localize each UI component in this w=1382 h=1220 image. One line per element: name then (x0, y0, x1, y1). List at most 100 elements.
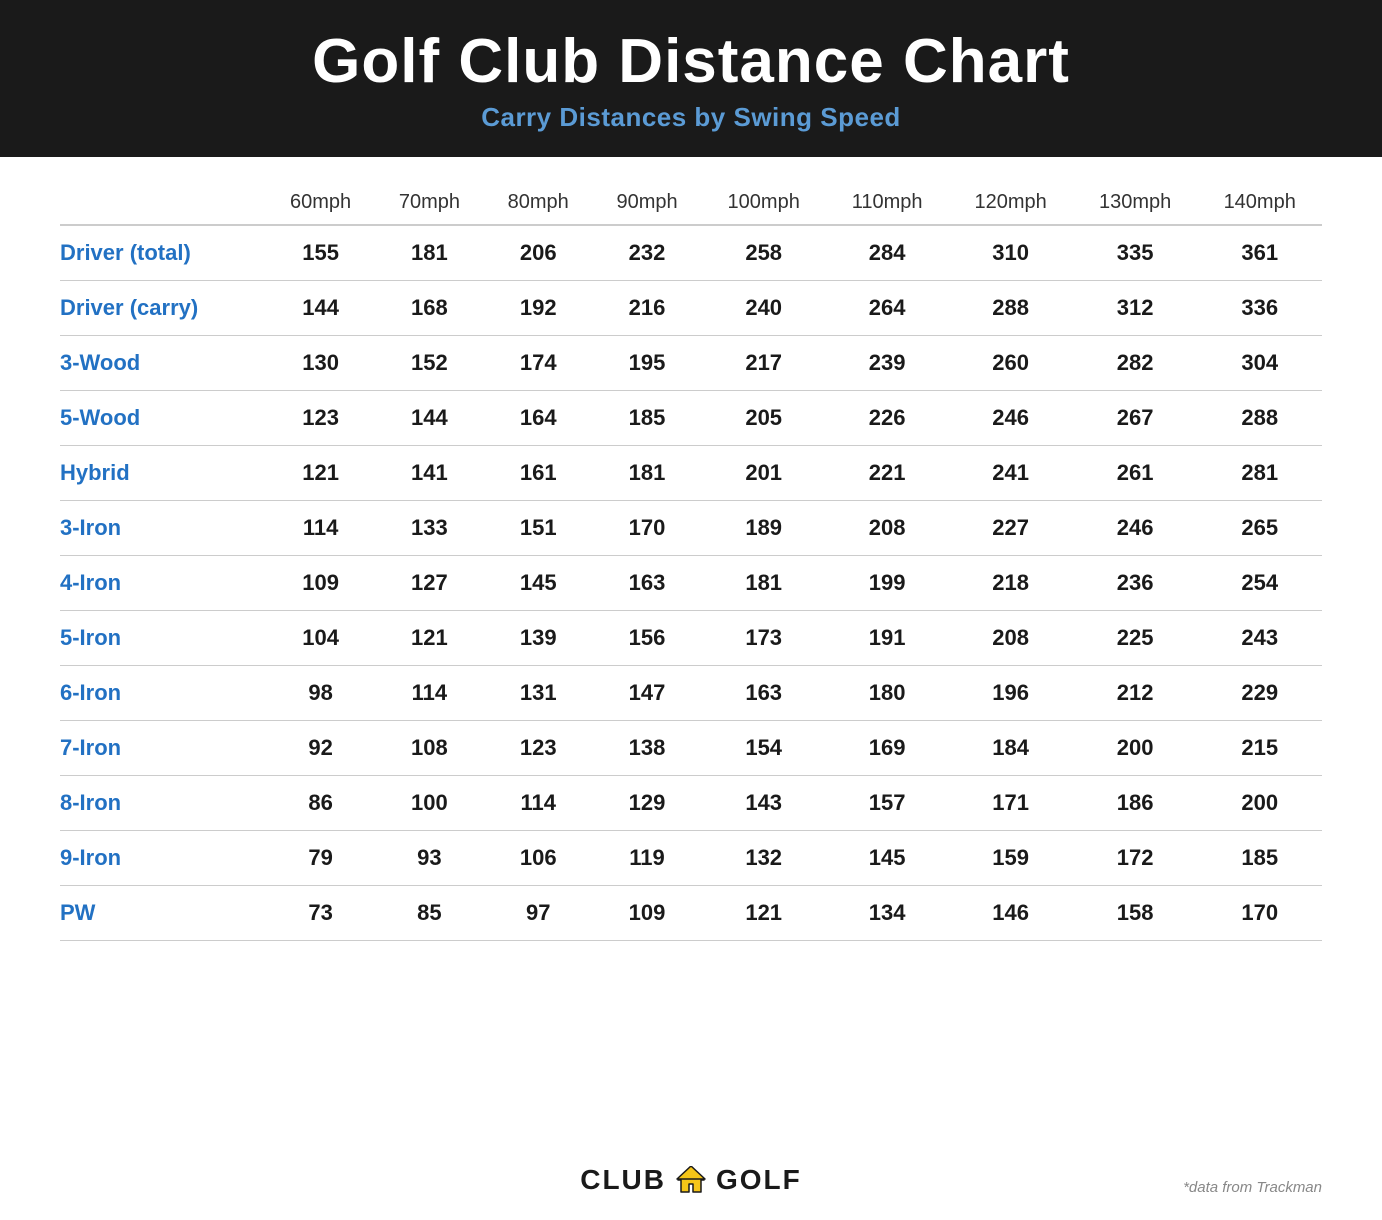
table-cell: 155 (266, 225, 375, 281)
table-cell: 304 (1197, 336, 1322, 391)
table-cell: 168 (375, 281, 484, 336)
table-row: 5-Iron104121139156173191208225243 (60, 611, 1322, 666)
table-cell: 161 (484, 446, 593, 501)
table-cell: 232 (593, 225, 702, 281)
table-cell: 185 (593, 391, 702, 446)
table-cell: 221 (826, 446, 948, 501)
table-cell: 146 (948, 886, 1073, 941)
table-cell: 281 (1197, 446, 1322, 501)
table-cell: 141 (375, 446, 484, 501)
table-cell: 258 (701, 225, 826, 281)
table-cell: 97 (484, 886, 593, 941)
table-row: 6-Iron98114131147163180196212229 (60, 666, 1322, 721)
table-cell: 156 (593, 611, 702, 666)
table-cell: 189 (701, 501, 826, 556)
club-label-6-iron: 6-Iron (60, 666, 266, 721)
table-cell: 186 (1073, 776, 1198, 831)
table-cell: 144 (375, 391, 484, 446)
table-cell: 201 (701, 446, 826, 501)
table-cell: 200 (1073, 721, 1198, 776)
table-cell: 265 (1197, 501, 1322, 556)
table-cell: 130 (266, 336, 375, 391)
table-body: Driver (total)15518120623225828431033536… (60, 225, 1322, 941)
column-header-80mph: 80mph (484, 177, 593, 225)
table-cell: 173 (701, 611, 826, 666)
table-cell: 335 (1073, 225, 1198, 281)
table-cell: 217 (701, 336, 826, 391)
table-cell: 212 (1073, 666, 1198, 721)
table-row: Driver (carry)14416819221624026428831233… (60, 281, 1322, 336)
table-header-row: 60mph70mph80mph90mph100mph110mph120mph13… (60, 177, 1322, 225)
table-cell: 227 (948, 501, 1073, 556)
table-cell: 184 (948, 721, 1073, 776)
table-cell: 163 (701, 666, 826, 721)
column-header-70mph: 70mph (375, 177, 484, 225)
table-cell: 85 (375, 886, 484, 941)
column-header-120mph: 120mph (948, 177, 1073, 225)
logo-text-part2: GOLF (716, 1164, 802, 1196)
table-cell: 100 (375, 776, 484, 831)
table-cell: 127 (375, 556, 484, 611)
table-cell: 134 (826, 886, 948, 941)
column-header-100mph: 100mph (701, 177, 826, 225)
table-row: 4-Iron109127145163181199218236254 (60, 556, 1322, 611)
table-cell: 260 (948, 336, 1073, 391)
column-header-60mph: 60mph (266, 177, 375, 225)
table-cell: 109 (593, 886, 702, 941)
table-cell: 169 (826, 721, 948, 776)
table-cell: 73 (266, 886, 375, 941)
table-cell: 191 (826, 611, 948, 666)
table-cell: 114 (375, 666, 484, 721)
column-header-club (60, 177, 266, 225)
table-cell: 138 (593, 721, 702, 776)
column-header-90mph: 90mph (593, 177, 702, 225)
page-footer: CLUB GOLF *data from Trackman (0, 1146, 1382, 1220)
table-cell: 174 (484, 336, 593, 391)
distance-table: 60mph70mph80mph90mph100mph110mph120mph13… (60, 177, 1322, 941)
table-cell: 129 (593, 776, 702, 831)
table-cell: 121 (375, 611, 484, 666)
table-cell: 336 (1197, 281, 1322, 336)
table-cell: 196 (948, 666, 1073, 721)
table-row: 3-Iron114133151170189208227246265 (60, 501, 1322, 556)
table-cell: 239 (826, 336, 948, 391)
table-cell: 93 (375, 831, 484, 886)
table-cell: 151 (484, 501, 593, 556)
table-cell: 145 (826, 831, 948, 886)
table-cell: 114 (484, 776, 593, 831)
table-cell: 206 (484, 225, 593, 281)
table-cell: 133 (375, 501, 484, 556)
table-cell: 121 (266, 446, 375, 501)
table-row: 7-Iron92108123138154169184200215 (60, 721, 1322, 776)
logo-text-part1: CLUB (580, 1164, 666, 1196)
table-cell: 154 (701, 721, 826, 776)
table-cell: 246 (948, 391, 1073, 446)
table-cell: 240 (701, 281, 826, 336)
table-cell: 145 (484, 556, 593, 611)
table-cell: 147 (593, 666, 702, 721)
table-cell: 170 (1197, 886, 1322, 941)
page-header: Golf Club Distance Chart Carry Distances… (0, 0, 1382, 157)
table-cell: 92 (266, 721, 375, 776)
table-row: 5-Wood123144164185205226246267288 (60, 391, 1322, 446)
table-cell: 86 (266, 776, 375, 831)
club-label-driver-(total): Driver (total) (60, 225, 266, 281)
table-cell: 170 (593, 501, 702, 556)
table-cell: 361 (1197, 225, 1322, 281)
table-cell: 236 (1073, 556, 1198, 611)
club-label-4-iron: 4-Iron (60, 556, 266, 611)
table-cell: 267 (1073, 391, 1198, 446)
table-cell: 208 (948, 611, 1073, 666)
table-cell: 185 (1197, 831, 1322, 886)
data-source-note: *data from Trackman (1183, 1179, 1322, 1196)
table-row: PW738597109121134146158170 (60, 886, 1322, 941)
table-cell: 114 (266, 501, 375, 556)
table-cell: 144 (266, 281, 375, 336)
table-cell: 241 (948, 446, 1073, 501)
table-cell: 106 (484, 831, 593, 886)
table-cell: 79 (266, 831, 375, 886)
table-cell: 246 (1073, 501, 1198, 556)
club-label-9-iron: 9-Iron (60, 831, 266, 886)
table-cell: 171 (948, 776, 1073, 831)
table-cell: 172 (1073, 831, 1198, 886)
